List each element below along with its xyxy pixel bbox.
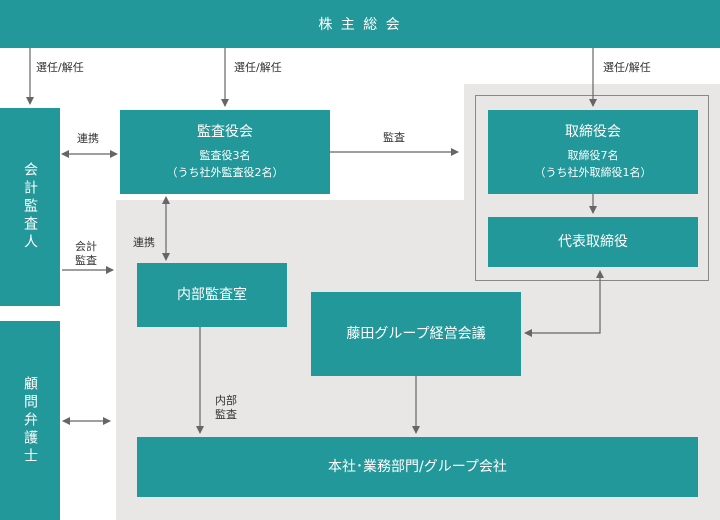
board-members: 取締役7名: [567, 149, 619, 162]
label-internal-audit: 内部 監査: [206, 394, 246, 422]
board-outside: （うち社外取締役1名）: [534, 166, 652, 179]
audit-board-members: 監査役3名: [199, 149, 251, 162]
representative-director-label: 代表取締役: [558, 234, 628, 250]
group-management-meeting: 藤田グループ経営会議: [311, 292, 521, 376]
label-audit: 監査: [383, 131, 405, 144]
group-management-meeting-label: 藤田グループ経営会議: [346, 326, 486, 342]
label-internal-audit-line2: 監査: [215, 408, 237, 421]
audit-board: 監査役会 監査役3名 （うち社外監査役2名）: [120, 110, 330, 194]
legal-advisor-label: 顧問弁護士: [22, 375, 38, 466]
label-elect-audit-board: 選任/解任: [234, 61, 282, 74]
business-units-label: 本社･業務部門/グループ会社: [328, 459, 507, 475]
accounting-auditor-label: 会計監査人: [22, 162, 38, 252]
audit-board-title: 監査役会: [197, 124, 253, 140]
board-of-directors: 取締役会 取締役7名 （うち社外取締役1名）: [488, 110, 698, 194]
label-accounting-audit: 会計 監査: [64, 240, 108, 268]
shareholders-meeting: 株 主 総 会: [0, 0, 720, 48]
label-accounting-audit-line1: 会計: [75, 240, 97, 253]
label-accounting-audit-line2: 監査: [75, 254, 97, 267]
label-elect-auditor: 選任/解任: [36, 61, 84, 74]
label-elect-board: 選任/解任: [603, 61, 651, 74]
internal-audit-office-label: 内部監査室: [177, 287, 247, 303]
business-units: 本社･業務部門/グループ会社: [137, 437, 698, 497]
label-cooperation-mid: 連携: [133, 236, 155, 249]
label-cooperation-top: 連携: [77, 132, 99, 145]
legal-advisor: 顧問弁護士: [0, 321, 60, 520]
audit-board-outside: （うち社外監査役2名）: [166, 166, 284, 179]
internal-audit-office: 内部監査室: [137, 263, 287, 327]
representative-director: 代表取締役: [488, 217, 698, 267]
shareholders-meeting-label: 株 主 総 会: [318, 17, 402, 33]
accounting-auditor: 会計監査人: [0, 108, 60, 306]
label-internal-audit-line1: 内部: [215, 394, 237, 407]
board-title: 取締役会: [565, 124, 621, 140]
